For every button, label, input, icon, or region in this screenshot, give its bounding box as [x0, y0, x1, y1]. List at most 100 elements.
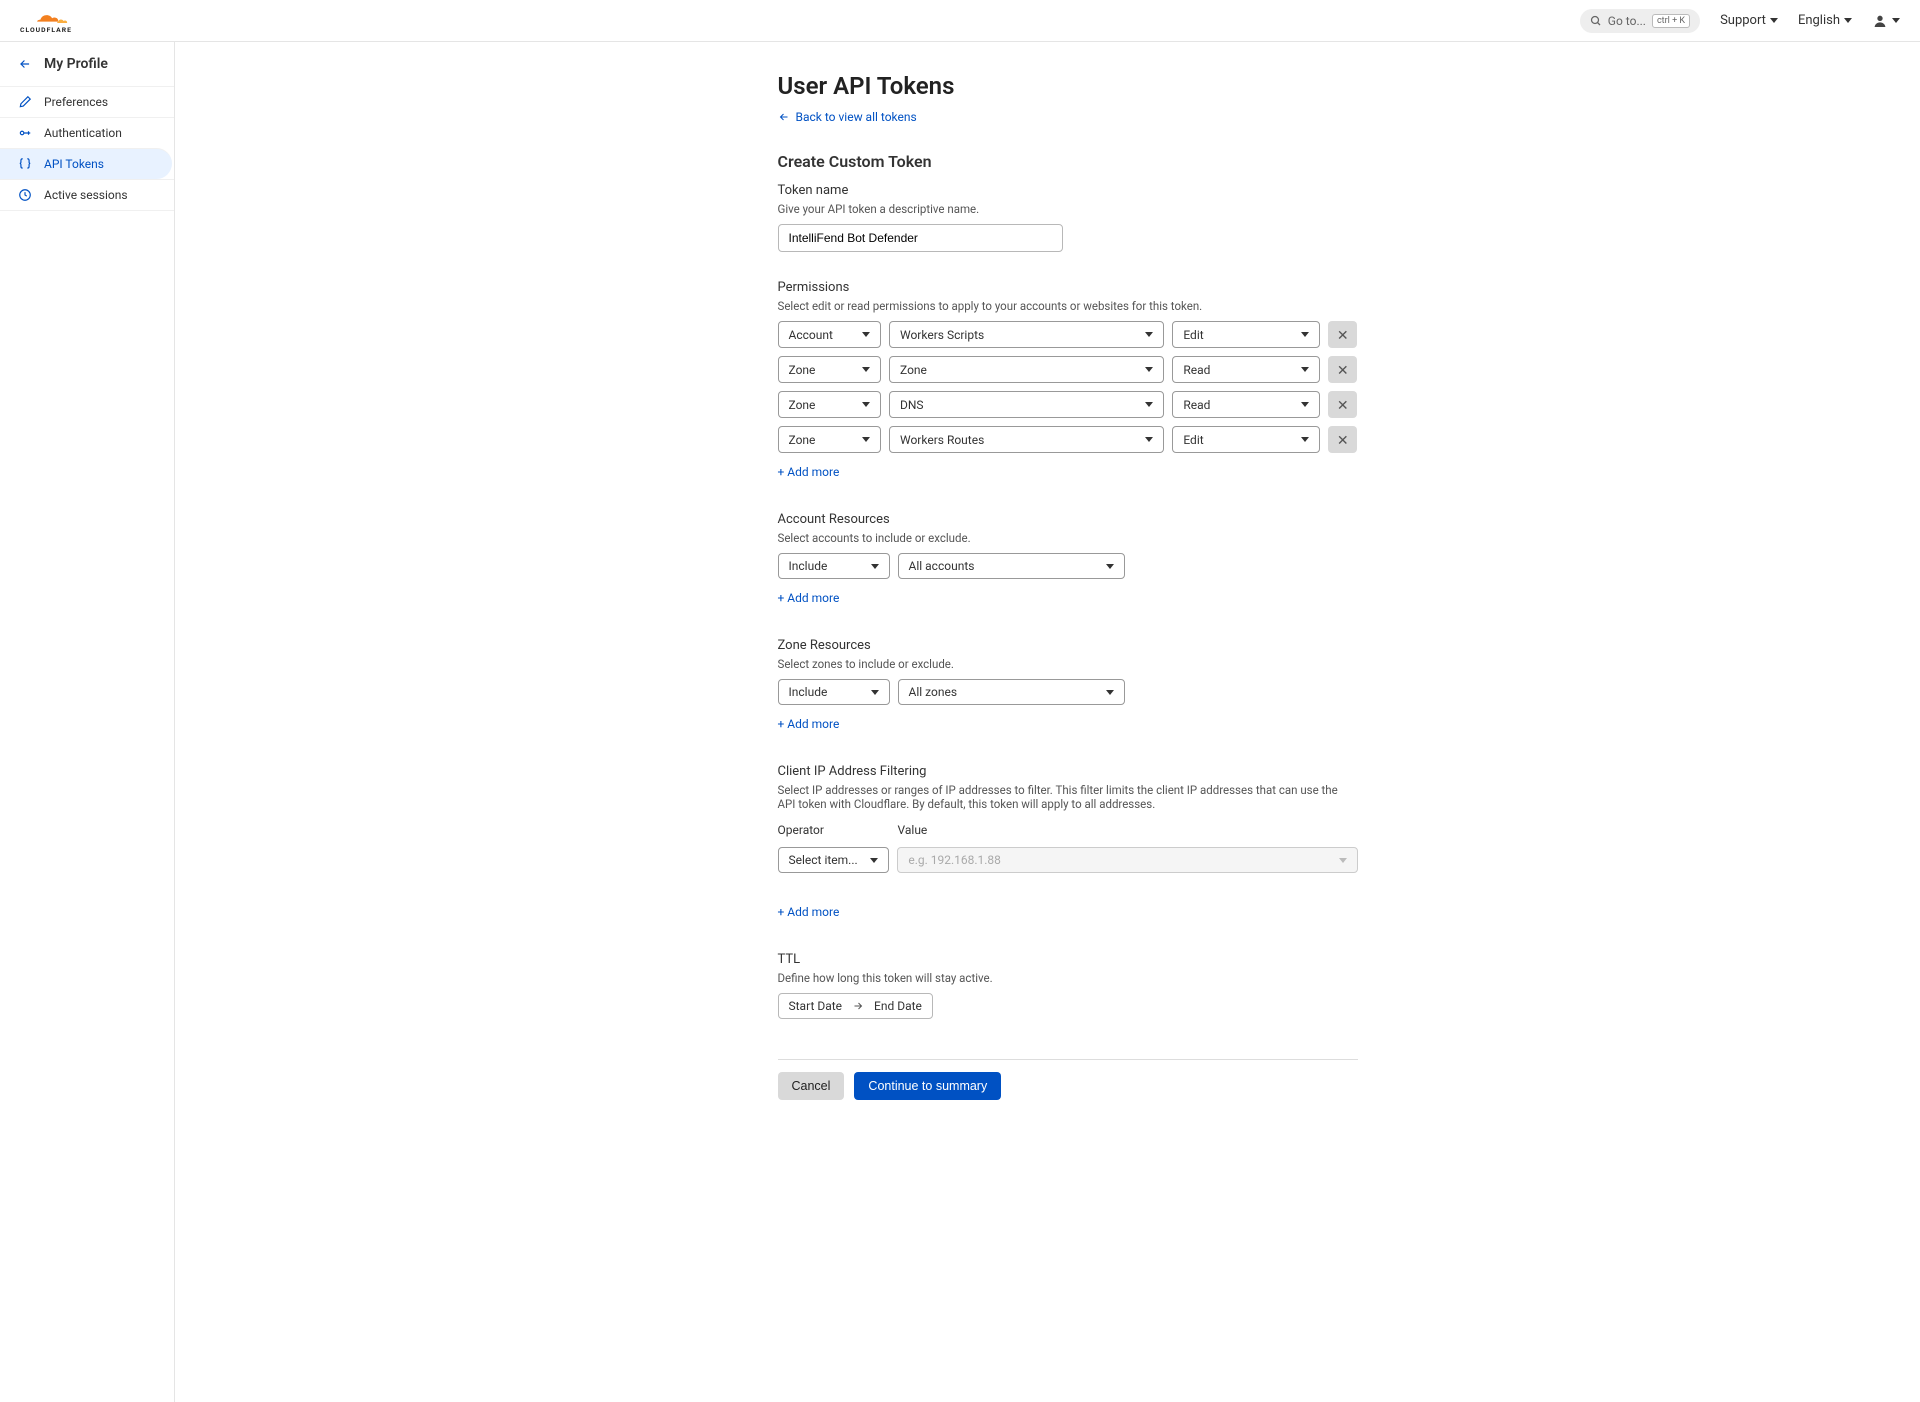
chevron-down-icon	[1145, 367, 1153, 372]
resource-select[interactable]: Zone	[889, 356, 1164, 383]
access-select[interactable]: Read	[1172, 356, 1320, 383]
cloudflare-logo[interactable]: CLOUDFLARE	[20, 7, 95, 35]
clock-icon	[18, 188, 32, 202]
resource-select[interactable]: Workers Routes	[889, 426, 1164, 453]
sidebar-item-preferences[interactable]: Preferences	[0, 86, 174, 117]
chevron-down-icon	[1145, 332, 1153, 337]
account-scope-select[interactable]: All accounts	[898, 553, 1125, 579]
add-account-resource-link[interactable]: + Add more	[778, 591, 840, 605]
sidebar-item-label: Preferences	[44, 95, 108, 109]
svg-text:CLOUDFLARE: CLOUDFLARE	[20, 25, 72, 33]
sidebar-back[interactable]: My Profile	[0, 42, 174, 86]
ip-value-input[interactable]: e.g. 192.168.1.88	[897, 847, 1357, 873]
sidebar-item-label: Authentication	[44, 126, 122, 140]
chevron-down-icon	[1892, 18, 1900, 23]
top-header: CLOUDFLARE Go to... ctrl + K Support Eng…	[0, 0, 1920, 42]
cloudflare-logo-icon: CLOUDFLARE	[20, 7, 95, 35]
arrow-left-icon	[778, 111, 790, 123]
ttl-end-date: End Date	[874, 999, 922, 1013]
resource-select[interactable]: DNS	[889, 391, 1164, 418]
scope-select[interactable]: Zone	[778, 356, 882, 383]
remove-permission-button[interactable]: ✕	[1328, 391, 1357, 418]
back-link[interactable]: Back to view all tokens	[778, 110, 1493, 124]
zone-scope-select[interactable]: All zones	[898, 679, 1125, 705]
arrow-left-icon	[18, 57, 32, 71]
chevron-down-icon	[1770, 18, 1778, 23]
zone-include-select[interactable]: Include	[778, 679, 890, 705]
chevron-down-icon	[862, 437, 870, 442]
ip-operator-label: Operator	[778, 823, 890, 837]
search-placeholder: Go to...	[1608, 14, 1646, 28]
chevron-down-icon	[1301, 367, 1309, 372]
chevron-down-icon	[1339, 858, 1347, 863]
permissions-hint: Select edit or read permissions to apply…	[778, 299, 1358, 313]
chevron-down-icon	[1145, 437, 1153, 442]
create-token-heading: Create Custom Token	[778, 152, 1358, 171]
zone-resources-label: Zone Resources	[778, 638, 1358, 653]
scope-select[interactable]: Account	[778, 321, 882, 348]
add-ip-filter-link[interactable]: + Add more	[778, 905, 840, 919]
ttl-label: TTL	[778, 952, 1358, 967]
close-icon: ✕	[1337, 433, 1349, 447]
add-permission-link[interactable]: + Add more	[778, 465, 840, 479]
search-icon	[1590, 15, 1602, 27]
chevron-down-icon	[870, 858, 878, 863]
chevron-down-icon	[862, 367, 870, 372]
sidebar-item-api-tokens[interactable]: API Tokens	[0, 148, 172, 179]
chevron-down-icon	[862, 402, 870, 407]
ip-filter-hint: Select IP addresses or ranges of IP addr…	[778, 783, 1358, 811]
sidebar-item-active-sessions[interactable]: Active sessions	[0, 179, 174, 211]
sidebar-title: My Profile	[44, 56, 108, 72]
remove-permission-button[interactable]: ✕	[1328, 321, 1357, 348]
close-icon: ✕	[1337, 363, 1349, 377]
token-name-input[interactable]	[778, 224, 1063, 252]
cancel-button[interactable]: Cancel	[778, 1072, 845, 1100]
zone-resources-hint: Select zones to include or exclude.	[778, 657, 1358, 671]
sidebar-item-authentication[interactable]: Authentication	[0, 117, 174, 148]
ip-operator-select[interactable]: Select item...	[778, 847, 890, 873]
permissions-label: Permissions	[778, 280, 1358, 295]
permission-row: Account Workers Scripts Edit ✕	[778, 321, 1358, 348]
access-select[interactable]: Read	[1172, 391, 1320, 418]
support-menu[interactable]: Support	[1720, 13, 1778, 28]
access-select[interactable]: Edit	[1172, 321, 1320, 348]
ip-value-label: Value	[898, 823, 928, 837]
remove-permission-button[interactable]: ✕	[1328, 426, 1357, 453]
token-name-hint: Give your API token a descriptive name.	[778, 202, 1358, 216]
ttl-hint: Define how long this token will stay act…	[778, 971, 1358, 985]
ip-filter-label: Client IP Address Filtering	[778, 764, 1358, 779]
scope-select[interactable]: Zone	[778, 391, 882, 418]
remove-permission-button[interactable]: ✕	[1328, 356, 1357, 383]
permission-row: Zone Workers Routes Edit ✕	[778, 426, 1358, 453]
close-icon: ✕	[1337, 398, 1349, 412]
account-resources-hint: Select accounts to include or exclude.	[778, 531, 1358, 545]
account-include-select[interactable]: Include	[778, 553, 890, 579]
account-resources-label: Account Resources	[778, 512, 1358, 527]
form-footer: Cancel Continue to summary	[778, 1059, 1358, 1100]
permission-row: Zone DNS Read ✕	[778, 391, 1358, 418]
language-menu[interactable]: English	[1798, 13, 1852, 28]
resource-select[interactable]: Workers Scripts	[889, 321, 1164, 348]
main-content: User API Tokens Back to view all tokens …	[563, 42, 1533, 1402]
close-icon: ✕	[1337, 328, 1349, 342]
global-search[interactable]: Go to... ctrl + K	[1580, 9, 1700, 33]
sidebar-item-label: API Tokens	[44, 157, 104, 171]
permission-row: Zone Zone Read ✕	[778, 356, 1358, 383]
token-name-label: Token name	[778, 183, 1358, 198]
key-icon	[18, 126, 32, 140]
continue-button[interactable]: Continue to summary	[854, 1072, 1001, 1100]
arrow-right-icon	[852, 1000, 864, 1012]
ttl-range-picker[interactable]: Start Date End Date	[778, 993, 933, 1019]
sidebar-item-label: Active sessions	[44, 188, 128, 202]
scope-select[interactable]: Zone	[778, 426, 882, 453]
braces-icon	[18, 157, 32, 171]
chevron-down-icon	[1301, 402, 1309, 407]
add-zone-resource-link[interactable]: + Add more	[778, 717, 840, 731]
access-select[interactable]: Edit	[1172, 426, 1320, 453]
chevron-down-icon	[1844, 18, 1852, 23]
ttl-start-date: Start Date	[789, 999, 843, 1013]
user-menu[interactable]	[1872, 13, 1900, 29]
chevron-down-icon	[1301, 332, 1309, 337]
chevron-down-icon	[871, 690, 879, 695]
search-shortcut: ctrl + K	[1652, 14, 1690, 28]
